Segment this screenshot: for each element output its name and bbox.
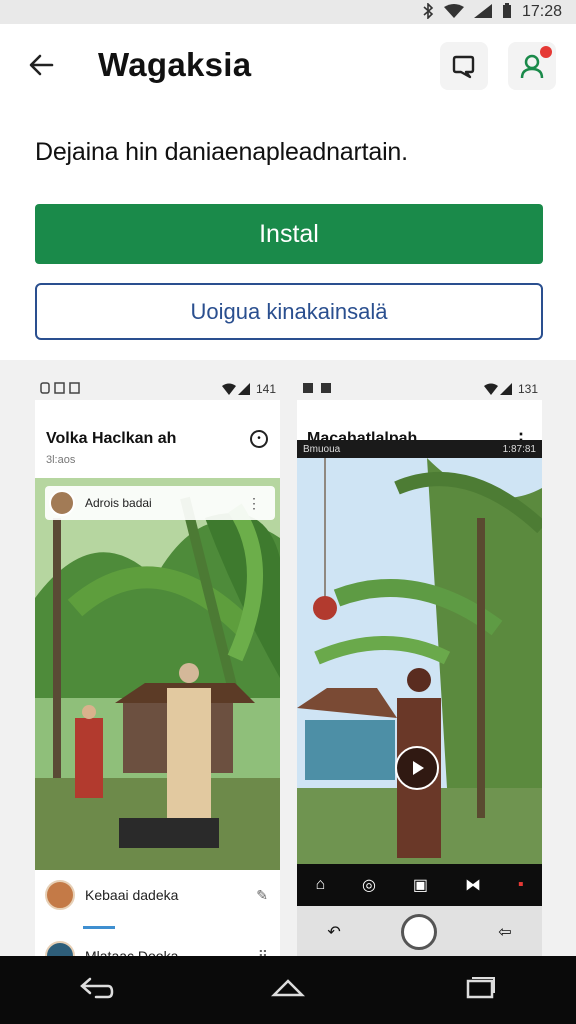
screenshot-1-status-bar: 141 [35,378,280,400]
system-recents-button[interactable] [460,975,500,1006]
screenshot-2-header: Macahatlalpah ⋮ [297,400,542,450]
screenshot-1-photo: Adrois badai ⋮ [35,478,280,870]
more-vert-icon: ⋮ [247,495,261,511]
video-bar-right: 1:87:81 [502,443,536,455]
screenshot-1-post-card: Adrois badai ⋮ [45,486,275,520]
screenshot-2[interactable]: 131 Macahatlalpah ⋮ Bmuoua 1:87:81 [297,378,542,956]
grid-dots-icon: ⠿ [257,947,268,957]
app-description: Dejaina hin daniaenapleadnartain. [35,138,408,166]
screenshot-1[interactable]: 141 Volka Haclkan ah 3l:aos • Adrois bad… [35,378,280,956]
search-button[interactable] [440,42,488,90]
signal-icon [473,3,492,21]
screenshot-2-status-text: 131 [517,382,538,396]
screenshots-carousel[interactable]: 141 Volka Haclkan ah 3l:aos • Adrois bad… [0,360,576,956]
list-item-label: Mlataac Dooka [85,948,179,956]
recents-icon [466,976,495,998]
list-item: Kebaai dadeka ✎ [35,870,280,920]
village-video-frame [297,458,542,882]
system-back-button[interactable] [76,975,116,1006]
avatar [49,490,75,516]
secondary-action-button[interactable]: Uoigua kinakainsalä [35,283,543,340]
avatar [45,880,75,910]
screenshot-2-photo [297,458,542,882]
screenshot-1-subtitle: 3l:aos [46,454,76,466]
battery-icon [502,2,512,22]
list-item-label: Kebaai dadeka [85,887,179,903]
camera-controls: ↶ ⇦ [297,906,542,956]
account-button[interactable] [508,42,556,90]
mini-status-icons [39,381,83,397]
back-icon [80,977,114,998]
progress-indicator [83,926,115,929]
notification-badge [540,46,552,58]
mini-signal-icon [221,383,250,395]
wifi-icon [443,3,464,21]
home-icon: ⌂ [315,876,326,893]
info-icon: • [250,430,268,448]
install-button[interactable]: Instal [35,204,543,264]
system-navigation-bar [0,956,576,1024]
banana-garden-photo [35,478,280,870]
screenshot-2-status-bar: 131 [297,378,542,400]
mini-signal-icon [483,383,512,395]
play-button[interactable] [395,746,439,790]
status-bar: 17:28 [0,0,576,24]
list-item: Mlataac Dooka ⠿ [35,931,280,956]
screenshot-1-header: Volka Haclkan ah 3l:aos • [35,400,280,478]
arrow-left-icon [29,54,54,76]
app-bar: Wagaksia [0,24,576,108]
gift-icon: ▪ [517,876,524,893]
search-circle-icon: ◎ [362,877,376,894]
mini-status-icons [301,382,341,397]
pencil-icon: ✎ [256,886,268,903]
post-card-label: Adrois badai [85,496,152,510]
undo-icon: ↶ [327,924,341,941]
avatar [45,941,75,956]
screenshot-2-nav-bar: ⌂ ◎ ▣ ⧓ ▪ [297,864,542,906]
app-detail-screen: 17:28 Wagaksia Dejaina hin daniaenaplead… [0,0,576,1024]
back-button[interactable] [26,50,60,84]
page-title: Wagaksia [98,46,252,83]
share-icon: ⇦ [498,924,512,941]
screenshot-1-title: Volka Haclkan ah [46,430,177,447]
bookmark-icon: ⧓ [464,877,481,894]
screenshot-1-status-text: 141 [255,382,276,396]
home-outline-icon [270,978,306,996]
status-time: 17:28 [521,3,562,20]
video-status-bar: Bmuoua 1:87:81 [297,440,542,458]
video-bar-left: Bmuoua [303,443,341,455]
capture-icon [401,914,438,950]
search-icon [452,55,475,79]
system-home-button[interactable] [268,975,308,1006]
play-icon [413,761,424,775]
bluetooth-icon [422,1,434,22]
camera-icon: ▣ [412,877,429,894]
